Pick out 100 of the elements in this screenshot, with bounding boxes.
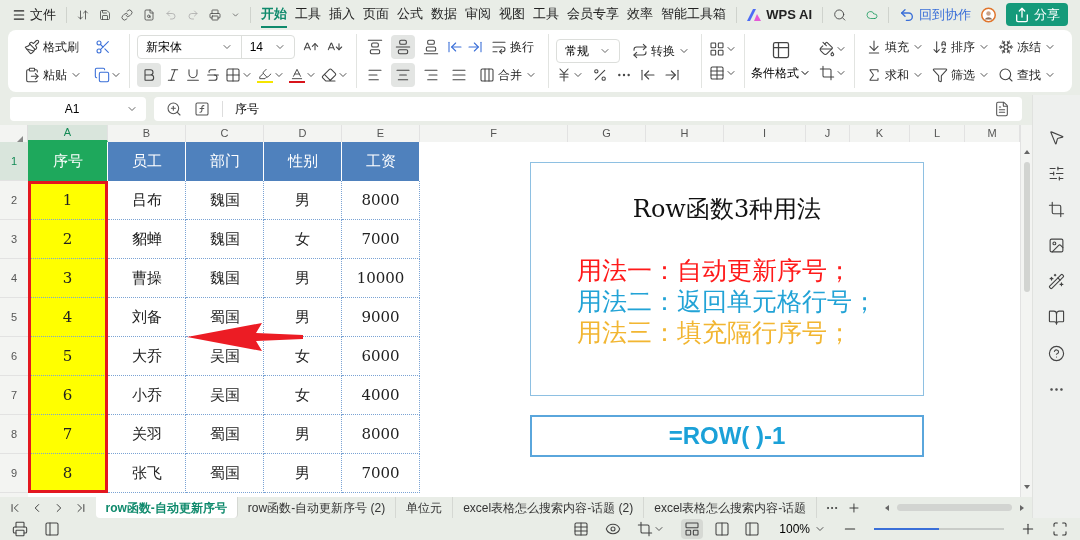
- bold-button[interactable]: [136, 63, 161, 87]
- sheet-tab[interactable]: row函数-自动更新序号: [95, 497, 238, 518]
- eraser-icon[interactable]: [320, 67, 337, 83]
- scroll-down-icon[interactable]: [1023, 485, 1030, 489]
- cut-icon[interactable]: [95, 39, 111, 55]
- view-button[interactable]: [681, 519, 704, 539]
- table-cell: 魏国: [186, 220, 264, 259]
- horizontal-scrollbar-thumb[interactable]: [896, 504, 1012, 511]
- help-icon[interactable]: [1048, 345, 1065, 362]
- column-header[interactable]: I: [724, 125, 806, 142]
- freeze-button[interactable]: 冻结: [994, 35, 1061, 59]
- link-icon[interactable]: [120, 6, 133, 23]
- image-icon[interactable]: [1048, 237, 1065, 254]
- borders-icon[interactable]: [224, 67, 241, 83]
- sort-button[interactable]: 排序: [928, 35, 995, 59]
- decrease-decimal-icon[interactable]: [664, 67, 680, 83]
- collaborate-link[interactable]: 回到协作: [899, 4, 971, 25]
- row-header[interactable]: 8: [0, 415, 28, 454]
- increase-decimal-icon[interactable]: [640, 67, 656, 83]
- table-settings-icon[interactable]: [573, 521, 590, 537]
- row-header[interactable]: 1: [0, 142, 28, 181]
- menu-tab[interactable]: 工具: [294, 1, 321, 28]
- menu-tab[interactable]: 工具: [532, 1, 559, 28]
- menu-tab[interactable]: 插入: [328, 1, 355, 28]
- zoom-level[interactable]: 100%: [779, 520, 810, 538]
- name-box[interactable]: A1: [10, 97, 146, 121]
- menu-tab[interactable]: 页面: [362, 1, 389, 28]
- fill-color-icon[interactable]: [256, 67, 273, 83]
- scroll-right-icon[interactable]: [1019, 504, 1024, 511]
- printer-icon[interactable]: [208, 6, 221, 23]
- paste-button[interactable]: 粘贴: [20, 63, 86, 87]
- menu-tab[interactable]: 审阅: [464, 1, 491, 28]
- macro-icon[interactable]: [12, 521, 28, 537]
- column-header[interactable]: F: [420, 125, 568, 142]
- column-header[interactable]: L: [910, 125, 965, 142]
- copy-icon[interactable]: [94, 67, 110, 83]
- row-header[interactable]: 3: [0, 220, 28, 259]
- cell-style-icon[interactable]: [708, 41, 725, 57]
- horizontal-align-button[interactable]: [391, 63, 416, 87]
- number-format-select[interactable]: 常规: [556, 39, 620, 63]
- book-icon[interactable]: [1048, 309, 1065, 326]
- format-painter-button[interactable]: 格式刷: [20, 35, 83, 59]
- column-header[interactable]: J: [806, 125, 850, 142]
- fullscreen-icon[interactable]: [1052, 521, 1068, 537]
- filter-button[interactable]: 筛选: [928, 63, 995, 87]
- table-cell: 小乔: [108, 376, 186, 415]
- menu-tab[interactable]: 视图: [498, 1, 525, 28]
- table-cell: 9000: [342, 298, 420, 337]
- menu-tab[interactable]: 开始: [260, 1, 287, 28]
- vertical-align-button[interactable]: [391, 35, 416, 59]
- conditional-format-button[interactable]: 条件格式: [751, 40, 812, 82]
- ai-button[interactable]: WPS AI: [746, 4, 812, 25]
- row-header[interactable]: 7: [0, 376, 28, 415]
- print-preview-icon[interactable]: [142, 6, 155, 23]
- magic-wand-icon[interactable]: [1048, 273, 1065, 290]
- expand-formula-icon[interactable]: [994, 101, 1010, 117]
- scroll-up-icon[interactable]: [1023, 150, 1030, 154]
- menu-tab[interactable]: 会员专享: [566, 1, 619, 28]
- strikethrough-icon[interactable]: [204, 67, 221, 83]
- paint-bucket-icon[interactable]: [819, 41, 836, 57]
- pointer-icon[interactable]: [1048, 129, 1065, 146]
- column-header[interactable]: K: [850, 125, 910, 142]
- outdent-icon[interactable]: [447, 39, 464, 55]
- vertical-scrollbar-thumb[interactable]: [1023, 162, 1030, 292]
- scroll-left-icon[interactable]: [884, 504, 889, 511]
- crop-icon[interactable]: [819, 65, 836, 81]
- panel-icon[interactable]: [44, 521, 60, 537]
- row-header[interactable]: 2: [0, 181, 28, 220]
- row-header[interactable]: 9: [0, 454, 28, 493]
- find-button[interactable]: 查找: [994, 63, 1061, 87]
- sum-button[interactable]: 求和: [862, 63, 929, 87]
- indent-icon[interactable]: [467, 39, 484, 55]
- eye-icon[interactable]: [605, 521, 622, 537]
- convert-button[interactable]: 转换: [628, 39, 694, 63]
- percent-icon[interactable]: [592, 67, 608, 83]
- merge-button[interactable]: 合并: [475, 63, 542, 87]
- font-color-icon[interactable]: [288, 67, 305, 83]
- share-button[interactable]: 分享: [1006, 3, 1068, 26]
- table-cell: 男: [264, 454, 342, 493]
- fill-button[interactable]: 填充: [862, 35, 929, 59]
- file-menu[interactable]: 文件: [12, 4, 56, 25]
- menu-tab[interactable]: 效率: [626, 1, 653, 28]
- crop-icon[interactable]: [1048, 201, 1065, 218]
- column-header[interactable]: H: [646, 125, 724, 142]
- zoom-icon[interactable]: [166, 101, 182, 117]
- sliders-icon[interactable]: [1048, 165, 1065, 182]
- row-header[interactable]: 5: [0, 298, 28, 337]
- wrap-text-button[interactable]: 换行: [487, 35, 539, 59]
- column-header[interactable]: G: [568, 125, 646, 142]
- table-style-icon[interactable]: [708, 65, 725, 81]
- menu-tab[interactable]: 公式: [396, 1, 423, 28]
- row-header[interactable]: 6: [0, 337, 28, 376]
- row-header[interactable]: 4: [0, 259, 28, 298]
- currency-icon[interactable]: [556, 67, 572, 83]
- function-icon[interactable]: [194, 101, 210, 117]
- menu-tab[interactable]: 智能工具箱: [660, 1, 726, 28]
- zoom-in-icon[interactable]: [1020, 521, 1036, 537]
- underline-icon[interactable]: [184, 67, 201, 83]
- menu-tab[interactable]: 数据: [430, 1, 457, 28]
- focus-icon[interactable]: [637, 521, 654, 537]
